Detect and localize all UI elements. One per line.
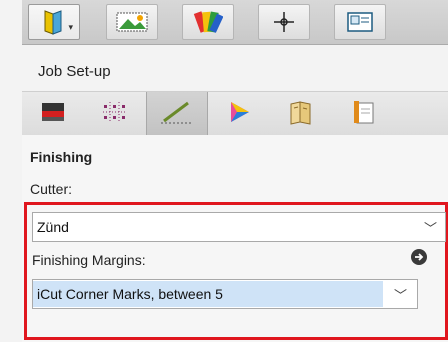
finishing-margins-label: Finishing Margins: [32, 252, 146, 268]
knife-icon [160, 99, 194, 130]
document-stack-icon [349, 98, 377, 131]
panel-title: Finishing [30, 149, 93, 165]
chevron-down-icon[interactable]: ﹀ [394, 285, 407, 304]
cutter-select[interactable]: Zünd ﹀ [32, 212, 446, 242]
grid-dots-button[interactable] [84, 92, 146, 136]
job-setup-toolbar [22, 91, 448, 137]
finishing-panel: Finishing Cutter: Zünd ﹀ Finishing Margi… [22, 135, 448, 342]
cutter-label: Cutter: [30, 181, 73, 197]
color-management-button[interactable] [208, 92, 270, 136]
section-label: Job Set-up [38, 63, 111, 80]
cutter-value: Zünd [37, 219, 69, 235]
book-button[interactable] [270, 92, 332, 136]
printer-button[interactable] [22, 92, 84, 136]
display-icon [345, 10, 375, 34]
chevron-down-icon: ▾ [68, 22, 73, 32]
finishing-button[interactable] [146, 92, 208, 136]
book-icon [287, 99, 315, 130]
chevron-down-icon[interactable]: ﹀ [424, 218, 437, 237]
crosshair-button[interactable] [258, 4, 310, 40]
display-button[interactable] [334, 4, 386, 40]
finishing-margins-value: iCut Corner Marks, between 5 [33, 281, 383, 307]
printer-icon [39, 99, 67, 130]
arrow-right-circle-icon[interactable] [410, 248, 428, 266]
image-layout-icon [115, 10, 149, 34]
document-stack-button[interactable] [332, 92, 394, 136]
image-layout-button[interactable] [106, 4, 158, 40]
app-window: ▾ Job Set-up Finishing Cutter: Zünd ﹀ Fi… [0, 0, 448, 342]
finishing-margins-select[interactable]: iCut Corner Marks, between 5 ﹀ [32, 279, 418, 309]
main-toolbar: ▾ [22, 0, 448, 45]
crosshair-icon [273, 11, 295, 33]
color-swatches-button[interactable] [182, 4, 234, 40]
document-icon [39, 8, 69, 36]
color-swatches-icon [193, 8, 223, 36]
grid-dots-icon [101, 100, 129, 129]
color-triangle-icon [225, 99, 253, 130]
document-menu-button[interactable]: ▾ [28, 4, 80, 40]
